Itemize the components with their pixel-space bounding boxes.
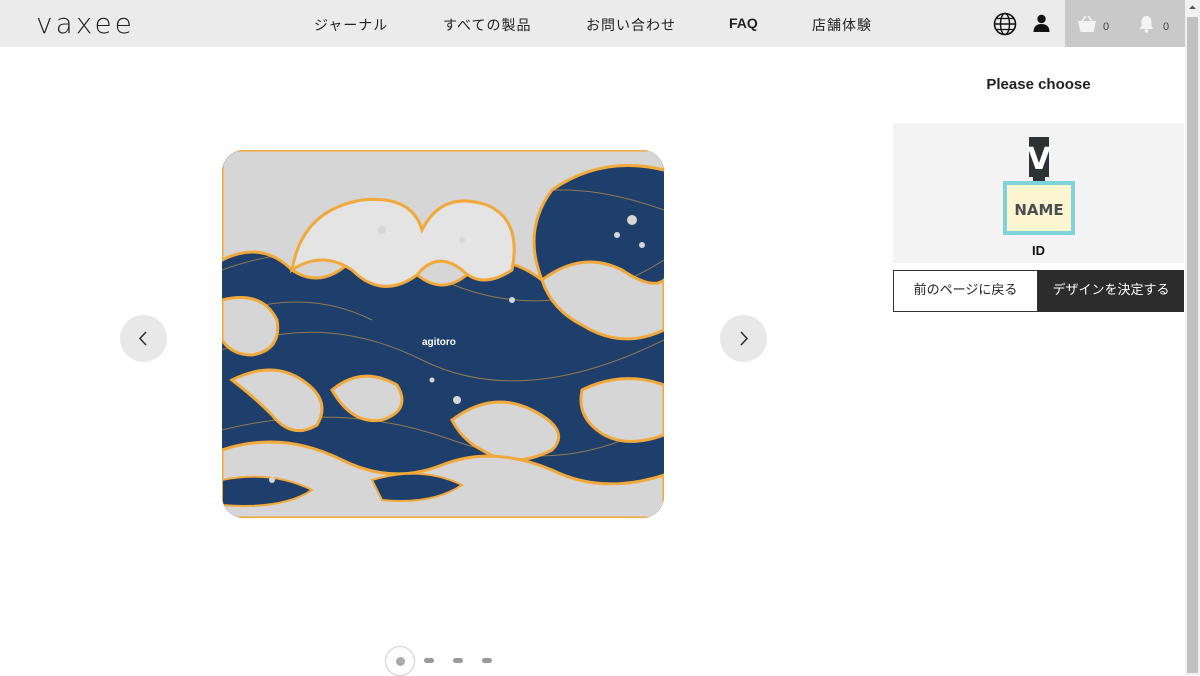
choose-title: Please choose [986, 76, 1091, 93]
confirm-design-button[interactable]: デザインを決定する [1038, 270, 1184, 312]
svg-text:agitoro: agitoro [422, 337, 456, 348]
scroll-up-arrow-icon[interactable] [1185, 0, 1200, 15]
carousel-prev-button[interactable] [120, 315, 167, 362]
globe-icon[interactable] [993, 12, 1017, 36]
user-icon[interactable] [1033, 14, 1050, 32]
chevron-right-icon [740, 331, 749, 346]
carousel-next-button[interactable] [720, 315, 767, 362]
wave-pattern-artwork: agitoro vaxee [222, 150, 664, 518]
id-badge-icon: V NAME [1003, 137, 1075, 235]
nav-item-store-experience[interactable]: 店舗体験 [812, 15, 872, 35]
cart-count: 0 [1103, 21, 1110, 33]
header-bar: vaxee ジャーナル すべての製品 お問い合わせ FAQ 店舗体験 0 0 [0, 0, 1185, 47]
carousel-dot-2[interactable] [424, 658, 434, 663]
svg-text:NAME: NAME [1014, 201, 1063, 219]
back-button[interactable]: 前のページに戻る [893, 270, 1038, 312]
nav-item-contact[interactable]: お問い合わせ [586, 15, 676, 35]
bell-icon[interactable] [1138, 15, 1155, 33]
svg-text:V: V [1027, 142, 1051, 177]
notification-count: 0 [1163, 21, 1170, 33]
chevron-left-icon [138, 331, 147, 346]
nav-item-faq[interactable]: FAQ [729, 15, 758, 31]
carousel-dot-1[interactable] [385, 646, 415, 676]
carousel-dot-3[interactable] [453, 658, 463, 663]
svg-text:vaxee: vaxee [605, 482, 630, 492]
design-option-label: ID [1032, 243, 1045, 258]
carousel-pagination [385, 646, 505, 676]
nav-item-all-products[interactable]: すべての製品 [443, 15, 531, 35]
carousel-dot-4[interactable] [482, 658, 492, 663]
design-option-id[interactable]: V NAME ID [893, 123, 1184, 263]
cart-icon[interactable] [1077, 15, 1097, 33]
nav-item-journal[interactable]: ジャーナル [314, 15, 388, 35]
scrollbar-thumb[interactable] [1187, 17, 1198, 673]
mousepad-product-image: agitoro vaxee [222, 150, 664, 518]
